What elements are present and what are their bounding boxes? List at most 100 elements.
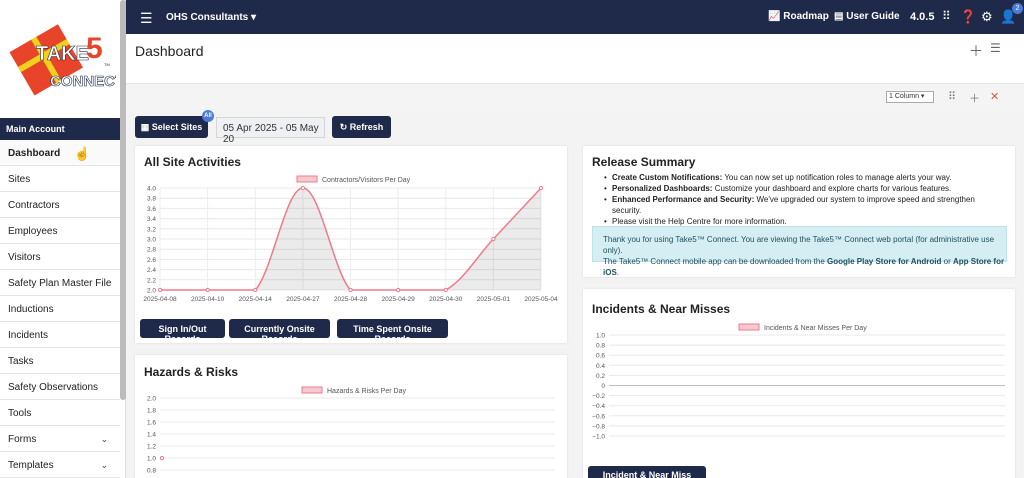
sidebar-item-templates[interactable]: Templates ⌄ [0,452,120,478]
data-point[interactable] [205,287,210,293]
x-tick-label: 2025-04-27 [286,296,320,303]
data-point[interactable] [157,287,163,293]
sign-in-out-records-button[interactable]: Sign In/Out Records [140,319,225,344]
sidebar-item-label: Tasks [8,356,34,367]
y-tick-label: 0.6 [596,353,605,360]
sidebar-item-label: Forms [8,434,37,445]
column-layout-select[interactable]: 1 Column ▾ [886,91,934,103]
chevron-down-icon: ⌄ [100,460,108,470]
data-point[interactable] [443,287,448,293]
legend-swatch[interactable] [301,386,323,394]
add-row-icon[interactable]: ＋ [969,90,980,106]
help-icon[interactable]: ❓ [960,9,976,25]
data-point[interactable] [253,287,258,293]
logo-five-text: 5 [86,32,103,65]
sidebar-item-label: Contractors [8,200,60,211]
data-point[interactable] [491,236,496,242]
sidebar-item-visitors[interactable]: Visitors [0,244,120,270]
data-point[interactable] [538,185,544,191]
hazards-risks-title: Hazards & Risks [144,365,239,379]
select-sites-label: Select Sites [151,122,203,132]
logo-tm-text: TM [104,62,110,67]
sidebar-item-forms[interactable]: Forms ⌄ [0,426,120,452]
organization-switcher[interactable]: OHS Consultants ▾ [166,12,256,23]
filter-icon[interactable]: ☰ [990,41,1001,55]
add-widget-icon[interactable]: ＋ [969,41,983,61]
x-tick-label: 2025-04-08 [143,296,177,303]
sidebar-item-incidents[interactable]: Incidents [0,322,120,348]
currently-onsite-records-button[interactable]: Currently Onsite Records [229,319,330,344]
sidebar-item-dashboard[interactable]: Dashboard ☝ [0,140,120,166]
y-tick-label: −0.6 [592,413,605,420]
release-item-text: Please visit the Help Centre for more in… [612,217,787,226]
sidebar-item-sites[interactable]: Sites [0,166,120,192]
sidebar-item-contractors[interactable]: Contractors [0,192,120,218]
y-tick-label: 1.0 [147,456,156,463]
drag-handle-icon[interactable]: ⠿ [948,90,956,103]
sidebar-item-safety-plan-master-file[interactable]: Safety Plan Master File [0,270,120,296]
legend-label: Hazards & Risks Per Day [327,388,406,395]
release-summary-title: Release Summary [592,155,696,169]
legend-swatch[interactable] [296,175,318,183]
sites-all-badge: All [202,110,214,122]
x-tick-label: 2025-04-30 [429,296,463,303]
data-point[interactable] [348,287,353,293]
sidebar-item-tools[interactable]: Tools [0,400,120,426]
release-item-heading: Create Custom Notifications: [612,173,723,182]
roadmap-link[interactable]: 📈 Roadmap [768,11,829,22]
data-point[interactable] [159,455,165,461]
y-tick-label: 0 [601,383,605,390]
sidebar-item-tasks[interactable]: Tasks [0,348,120,374]
logo-connect-text: CONNECT [50,73,116,90]
data-point[interactable] [300,185,305,191]
app: TAKE 5 TM CONNECT Main Account Dashboard… [0,0,1024,478]
sidebar-item-label: Inductions [8,304,54,315]
y-tick-label: −0.8 [592,423,605,430]
google-play-link[interactable]: Google Play Store for Android [827,257,941,266]
sidebar-item-safety-observations[interactable]: Safety Observations [0,374,120,400]
apps-grid-icon[interactable]: ⠿ [942,9,951,23]
sidebar-item-inductions[interactable]: Inductions [0,296,120,322]
take5-logo[interactable]: TAKE 5 TM CONNECT [4,8,124,104]
incident-near-miss-register-button[interactable]: Incident & Near Miss Register [588,466,706,478]
sidebar-section-main-account: Main Account [0,118,120,140]
y-tick-label: 3.8 [147,196,156,203]
legend-swatch[interactable] [738,323,760,331]
top-navbar: ☰ OHS Consultants ▾ 📈 Roadmap ▤ User Gui… [126,0,1024,34]
sidebar-item-employees[interactable]: Employees [0,218,120,244]
y-tick-label: 2.4 [147,267,156,274]
caret-down-icon: ▾ [251,12,257,23]
release-item: Enhanced Performance and Security: We've… [604,194,1002,216]
y-tick-label: 3.2 [147,226,156,233]
user-guide-link[interactable]: ▤ User Guide [834,11,900,22]
x-tick-label: 2025-04-14 [239,296,273,303]
y-tick-label: −0.2 [592,393,605,400]
gear-icon[interactable]: ⚙ [981,9,993,25]
release-summary-list: Create Custom Notifications: You can now… [604,172,1002,227]
legend-label: Contractors/Visitors Per Day [322,177,411,184]
all-site-activities-title: All Site Activities [144,155,241,169]
sidebar-nav: Dashboard ☝ Sites Contractors Employees Visit… [0,140,120,478]
user-guide-label: User Guide [846,11,900,22]
hamburger-menu-icon[interactable]: ☰ [140,10,153,27]
select-sites-button[interactable]: ▦ Select Sites [135,116,208,138]
roadmap-label: Roadmap [783,11,829,22]
sidebar-item-label: Tools [8,408,32,419]
y-tick-label: 0.8 [147,468,156,475]
y-tick-label: 2.0 [147,288,156,295]
logo-take-text: TAKE [36,43,89,65]
y-tick-label: 0.4 [596,363,605,370]
y-tick-label: 1.4 [147,432,156,439]
hand-cursor-icon: ☝ [74,146,91,161]
sidebar-item-label: Safety Plan Master File [8,278,112,289]
sidebar-item-label: Employees [8,226,58,237]
refresh-icon: ↻ [339,122,348,132]
date-range-picker[interactable]: 05 Apr 2025 - 05 May 20 [216,117,325,145]
org-name: OHS Consultants [166,12,249,23]
close-icon[interactable]: ✕ [990,90,999,103]
x-tick-label: 2025-05-04 [524,296,558,303]
book-icon: ▤ [834,11,844,22]
refresh-button[interactable]: ↻ Refresh [332,116,391,138]
time-spent-onsite-records-button[interactable]: Time Spent Onsite Records [337,319,448,344]
data-point[interactable] [396,287,401,293]
